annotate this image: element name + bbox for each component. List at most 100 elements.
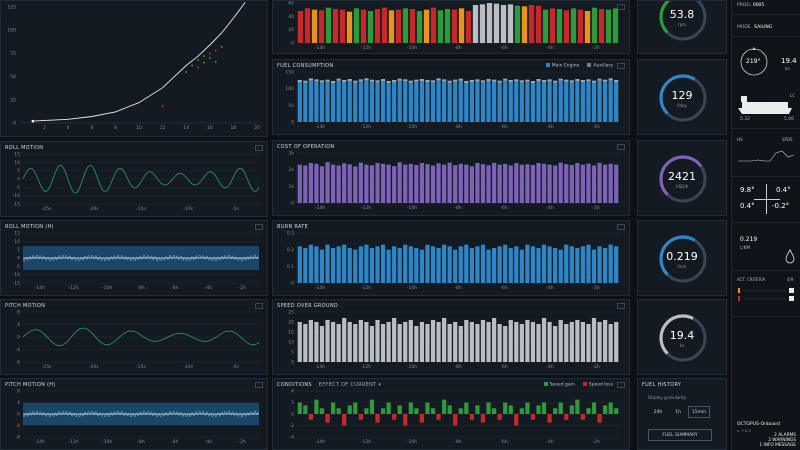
bar (386, 322, 391, 362)
bar (603, 320, 608, 362)
bar (536, 405, 541, 414)
bar (500, 5, 507, 43)
y-tick-label: 0 (17, 177, 20, 183)
info-count[interactable]: 1 INFO MESSAGE (759, 443, 796, 448)
bar-cap (575, 79, 580, 81)
divider (732, 36, 800, 37)
bar (332, 9, 339, 43)
bar (493, 3, 500, 43)
y-tick-label: 15 (14, 231, 20, 237)
vessel-id: 20383 (754, 97, 772, 103)
bar (314, 399, 319, 414)
bar (330, 322, 336, 362)
bar (508, 82, 513, 122)
granularity-1h-button[interactable]: 1h (670, 406, 686, 418)
bar (453, 81, 458, 122)
bar (397, 248, 402, 283)
bar-cap (419, 79, 425, 81)
burn-value: 0.219 (740, 236, 758, 243)
conditions-chart: 4 2 0 -2 -4 -14h -12h -10h -8h -6h -4h -2h (290, 389, 619, 445)
bar (519, 324, 524, 362)
x-tick-label: 4 (67, 125, 70, 131)
x-tick-label: -2h (592, 205, 599, 211)
bar (541, 244, 547, 283)
bar (519, 82, 524, 122)
granularity-15min-button[interactable]: 15min (688, 406, 710, 418)
bar (319, 166, 325, 203)
bar (436, 322, 441, 362)
bar (353, 166, 358, 203)
bar-cap (564, 79, 569, 82)
x-tick-label: 10 (136, 125, 142, 131)
bar (586, 324, 591, 362)
draft-forward: 5.32 (740, 117, 751, 122)
bar (608, 244, 613, 283)
bar (342, 414, 347, 426)
bar (603, 164, 608, 203)
x-tick-label: -20s (89, 364, 99, 370)
bar-cap (486, 79, 491, 81)
pitch-value-b: -0.2° (772, 202, 790, 210)
data-point (208, 57, 211, 60)
bar (514, 414, 519, 426)
bar (408, 402, 413, 414)
bar (503, 326, 508, 362)
roll-motion-h-panel: ROLL MOTION (H) 15 10 5 0 -5 -10 -15 -14h -12h -1… (0, 220, 268, 296)
bar (453, 165, 458, 203)
bar-cap (586, 79, 591, 82)
bar (614, 246, 619, 283)
bar (541, 318, 547, 362)
x-tick-label: -2h (238, 439, 245, 445)
bar (369, 326, 375, 362)
x-tick-label: -12h (68, 285, 78, 291)
bar-cap (369, 79, 375, 82)
granularity-24h-button[interactable]: 24h (648, 406, 668, 418)
x-tick-label: -10h (407, 439, 417, 445)
bar (491, 408, 497, 414)
x-tick-label: -6h (500, 364, 507, 370)
y-tick-label: 25 (288, 310, 294, 316)
x-tick-label: -10h (102, 285, 112, 291)
bar (597, 80, 602, 122)
bar (375, 163, 380, 203)
bar (388, 10, 395, 44)
bar (358, 162, 363, 203)
bar (342, 318, 347, 362)
x-tick-label: -6h (171, 439, 178, 445)
x-tick-label: -8h (137, 285, 144, 291)
bar (342, 163, 347, 203)
bar (447, 82, 452, 122)
x-tick-label: -6h (500, 285, 507, 291)
bar (508, 248, 513, 283)
x-tick-label: -10h (102, 439, 112, 445)
bar-cap (453, 79, 458, 82)
y-tick-label: 10 (14, 160, 20, 166)
bar (347, 248, 352, 283)
x-tick-label: -2h (592, 439, 599, 445)
bar (608, 80, 613, 122)
gauge-panel: 53.8 rpm (637, 0, 727, 54)
bar (591, 7, 598, 43)
x-tick-label: -14h (315, 439, 325, 445)
bar (598, 9, 605, 43)
cost-of-operation-panel: COST OF OPERATION 3k 2k 1k 0 -14h -12h -10h -8h… (272, 140, 630, 216)
bar-cap (308, 78, 313, 81)
fuel-summary-button[interactable]: FUEL SUMMARY (648, 429, 712, 441)
x-tick-label: -14h (315, 45, 325, 51)
bar (314, 246, 319, 283)
bar (408, 82, 413, 122)
bar (425, 82, 430, 122)
bar (464, 83, 469, 122)
bar (444, 9, 451, 43)
bar-cap (503, 78, 508, 81)
bar (403, 81, 408, 122)
bar-cap (458, 78, 463, 81)
bar (375, 246, 380, 283)
bar-cap (569, 80, 574, 83)
bar (297, 322, 302, 362)
bar (318, 10, 325, 44)
bar (547, 322, 552, 362)
hs-label: HS (737, 137, 743, 142)
bar-cap (491, 79, 497, 82)
y-tick-label: 0 (13, 121, 16, 127)
